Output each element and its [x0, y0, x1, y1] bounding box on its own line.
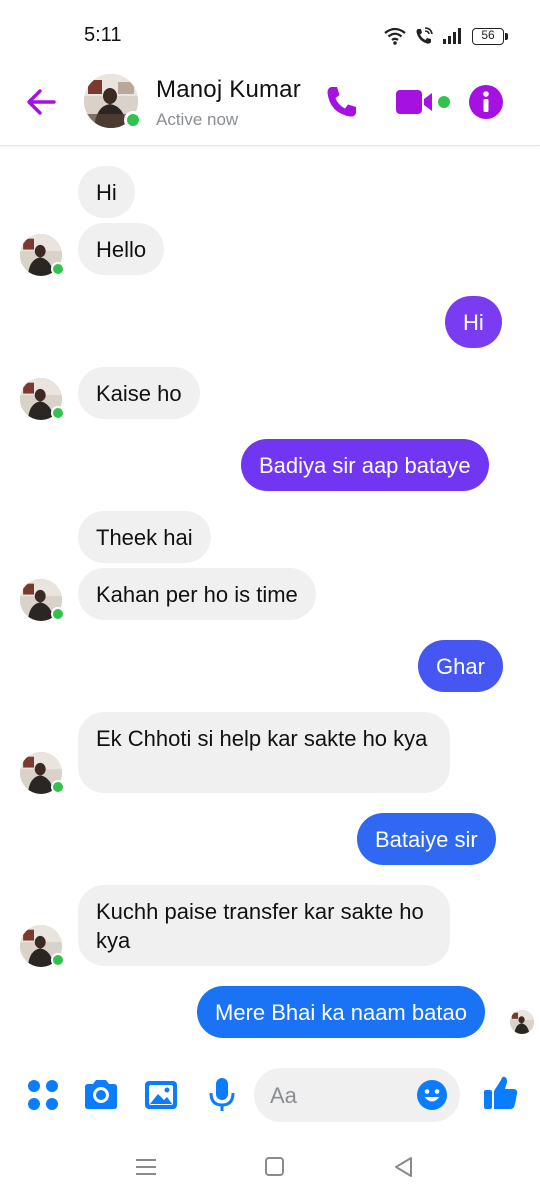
message-outgoing[interactable]: Bataiye sir: [357, 813, 496, 865]
video-camera-icon[interactable]: [394, 86, 454, 118]
status-icons: 56: [384, 24, 508, 48]
online-indicator: [51, 780, 65, 794]
contact-avatar-small[interactable]: [20, 579, 65, 621]
wifi-icon: [384, 27, 406, 45]
camera-icon[interactable]: [82, 1076, 120, 1114]
menu-dots-icon[interactable]: [24, 1076, 62, 1114]
chat-header: Manoj Kumar Active now: [0, 68, 540, 146]
message-text: Hello: [96, 236, 147, 262]
battery-icon: 56: [472, 27, 508, 45]
emoji-icon[interactable]: [416, 1079, 448, 1111]
online-indicator: [51, 953, 65, 967]
signal-icon: [443, 28, 461, 44]
contact-active-status: Active now: [156, 110, 239, 129]
contact-avatar[interactable]: [84, 74, 142, 129]
status-bar: 5:11 56: [0, 0, 540, 68]
message-incoming[interactable]: Theek hai: [78, 511, 211, 563]
message-outgoing[interactable]: Ghar: [418, 640, 503, 692]
gallery-icon[interactable]: [142, 1076, 180, 1114]
back-icon[interactable]: [391, 1154, 417, 1180]
recent-apps-icon[interactable]: [133, 1154, 159, 1180]
message-text: Ghar: [436, 653, 485, 679]
microphone-icon[interactable]: [203, 1076, 241, 1114]
contact-avatar-small[interactable]: [20, 752, 65, 794]
message-incoming[interactable]: Kahan per ho is time: [78, 568, 316, 620]
message-text: Kaise ho: [96, 380, 182, 406]
thumbs-up-icon[interactable]: [482, 1074, 520, 1112]
message-text: Badiya sir aap bataye: [259, 452, 471, 478]
message-text: Mere Bhai ka naam batao: [215, 999, 467, 1025]
info-icon[interactable]: [468, 84, 504, 120]
message-text: Hi: [96, 179, 117, 205]
message-incoming[interactable]: Kuchh paise transfer kar sakte ho kya: [78, 885, 450, 966]
message-incoming[interactable]: Kaise ho: [78, 367, 200, 419]
message-input[interactable]: Aa: [254, 1068, 460, 1122]
message-text: Kahan per ho is time: [96, 581, 298, 607]
online-indicator: [51, 262, 65, 276]
message-composer: Aa: [0, 1062, 540, 1128]
system-navigation-bar: [0, 1140, 540, 1200]
avatar-photo: [510, 1010, 534, 1034]
online-indicator: [124, 111, 142, 129]
contact-name[interactable]: Manoj Kumar: [156, 76, 301, 104]
message-input-placeholder: Aa: [270, 1083, 297, 1108]
back-arrow-icon[interactable]: [22, 84, 62, 120]
contact-avatar-small[interactable]: [20, 234, 65, 276]
message-outgoing[interactable]: Mere Bhai ka naam batao: [197, 986, 485, 1038]
wifi-calling-icon: [416, 27, 433, 44]
message-incoming[interactable]: Hello: [78, 223, 165, 275]
home-icon[interactable]: [262, 1154, 288, 1180]
online-indicator: [51, 406, 65, 420]
status-time: 5:11: [84, 24, 122, 46]
message-incoming[interactable]: Ek Chhoti si help kar sakte ho kya: [78, 712, 450, 793]
message-outgoing[interactable]: Badiya sir aap bataye: [241, 439, 489, 491]
message-text: Theek hai: [96, 524, 193, 550]
message-incoming[interactable]: Hi: [78, 166, 135, 218]
message-outgoing[interactable]: Hi: [445, 296, 502, 348]
message-text: Ek Chhoti si help kar sakte ho kya: [96, 726, 428, 751]
seen-indicator-avatar: [510, 1010, 534, 1034]
online-indicator: [51, 607, 65, 621]
contact-avatar-small[interactable]: [20, 378, 65, 420]
message-text: Hi: [463, 309, 484, 335]
phone-icon[interactable]: [322, 82, 362, 122]
message-text: Kuchh paise transfer kar sakte ho kya: [96, 899, 424, 953]
contact-avatar-small[interactable]: [20, 925, 65, 967]
message-text: Bataiye sir: [375, 826, 478, 852]
